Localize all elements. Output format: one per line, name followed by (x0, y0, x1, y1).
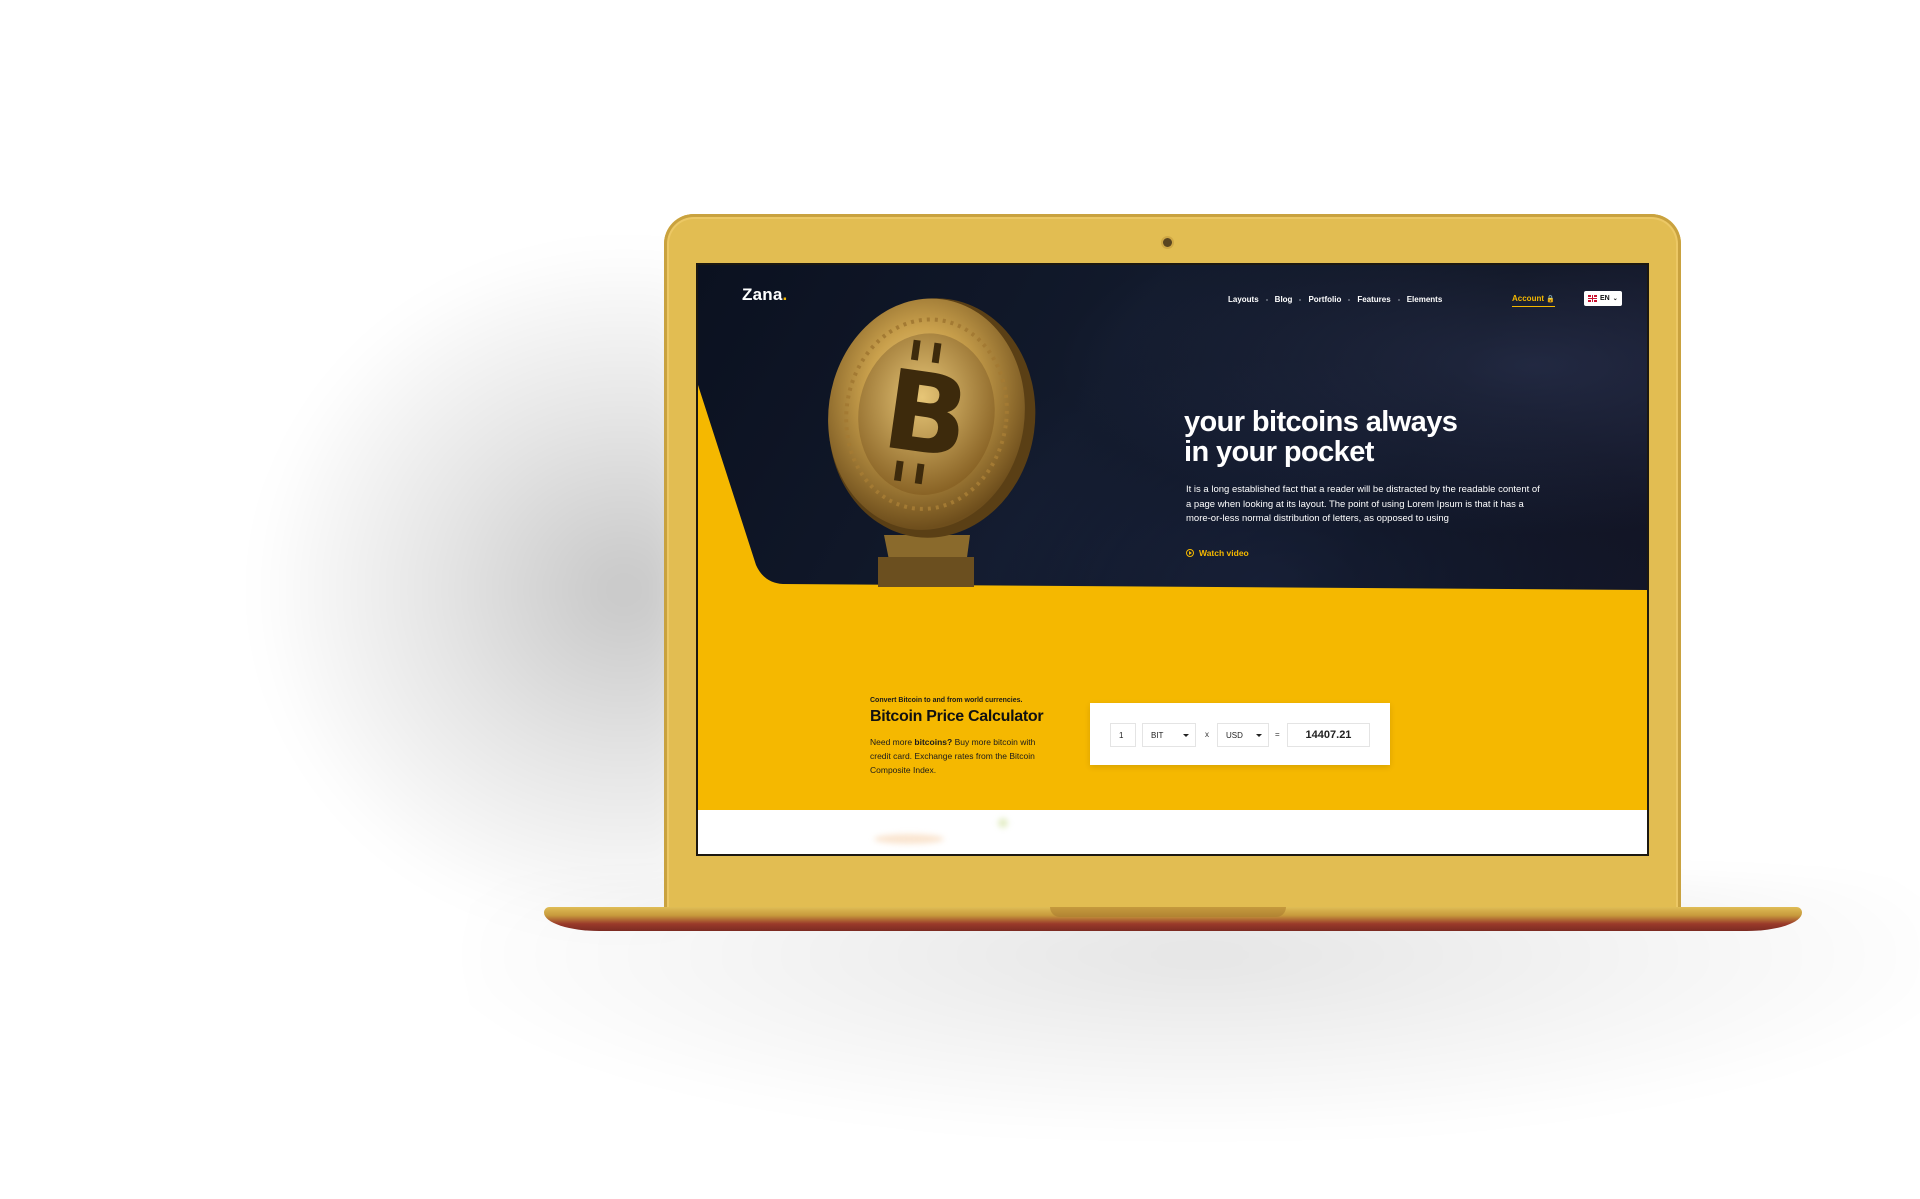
multiply-sign: x (1205, 730, 1209, 739)
hero-title-line-2: in your pocket (1184, 436, 1374, 468)
account-label: Account (1512, 294, 1544, 303)
blurred-image-spot (874, 834, 944, 844)
hero-title: your bitcoins always in your pocket (1184, 407, 1514, 467)
to-currency-select[interactable]: USD (1217, 723, 1269, 747)
to-currency-value: USD (1226, 730, 1243, 740)
mockup-shadow (250, 240, 690, 940)
watch-video-label: Watch video (1199, 548, 1249, 558)
nav-item-layouts[interactable]: Layouts (1220, 295, 1267, 304)
amount-input[interactable]: 1 (1110, 723, 1136, 747)
hero-description: It is a long established fact that a rea… (1186, 484, 1540, 524)
lock-icon: 🔒 (1546, 296, 1555, 303)
chevron-down-icon: ⌄ (1612, 296, 1618, 302)
dropdown-caret-icon (1256, 734, 1262, 737)
dropdown-caret-icon (1183, 734, 1189, 737)
nav-item-elements[interactable]: Elements (1397, 295, 1451, 304)
calculator-desc-prefix: Need more (870, 737, 915, 747)
nav-item-blog[interactable]: Blog (1265, 295, 1301, 304)
site-logo[interactable]: Zana. (742, 285, 787, 305)
from-currency-value: BIT (1151, 730, 1164, 740)
hero-title-line-1: your bitcoins always (1184, 406, 1458, 438)
calculator-description: Need more bitcoins? Buy more bitcoin wit… (870, 735, 1045, 777)
conversion-result: 14407.21 (1287, 723, 1370, 747)
nav-item-portfolio[interactable]: Portfolio (1299, 295, 1349, 304)
language-selector[interactable]: EN ⌄ (1584, 291, 1622, 306)
next-section (698, 810, 1647, 854)
calculator-subtitle: Convert Bitcoin to and from world curren… (870, 697, 1023, 704)
play-icon (1186, 549, 1194, 557)
calculator-widget: 1 BIT x USD = 14407.21 (1090, 703, 1390, 765)
laptop-screen: B Zana. Layouts Blog Portfolio Features … (698, 265, 1647, 854)
calculator-title: Bitcoin Price Calculator (870, 708, 1044, 725)
main-nav: Layouts Blog Portfolio Features Elements (1220, 295, 1450, 304)
equals-sign: = (1275, 730, 1280, 739)
nav-item-features[interactable]: Features (1348, 295, 1398, 304)
account-link[interactable]: Account 🔒 (1512, 294, 1555, 307)
language-label: EN (1600, 295, 1610, 302)
blurred-image-spot (998, 818, 1008, 828)
laptop-hinge-notch (1050, 907, 1286, 917)
watch-video-link[interactable]: Watch video (1186, 548, 1249, 558)
calculator-desc-bold: bitcoins? (914, 737, 953, 747)
laptop-camera (1163, 238, 1172, 247)
uk-flag-icon (1588, 295, 1597, 302)
logo-text: Zana (742, 285, 783, 304)
from-currency-select[interactable]: BIT (1142, 723, 1196, 747)
logo-dot: . (782, 285, 788, 304)
